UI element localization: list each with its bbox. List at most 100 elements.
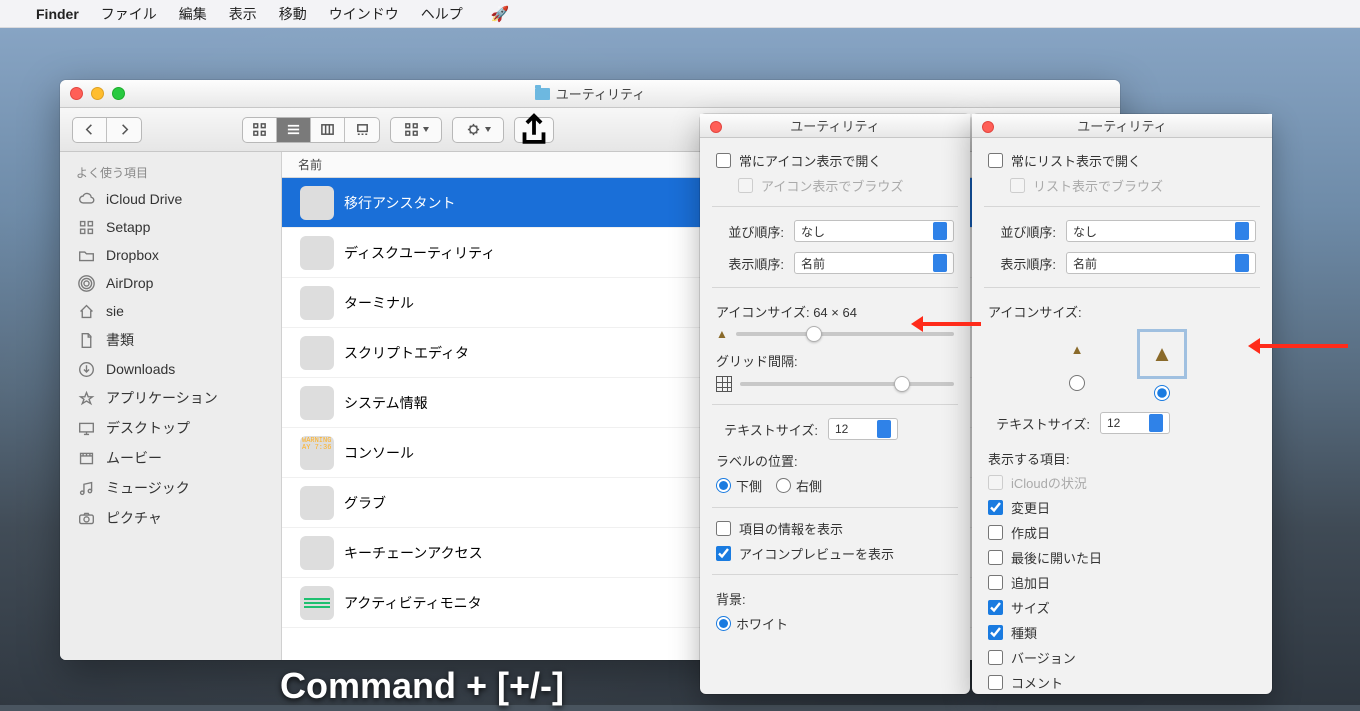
show-item-check: サイズ <box>988 595 1256 620</box>
titlebar[interactable]: ユーティリティ <box>60 80 1120 108</box>
doc-icon <box>76 331 96 349</box>
menu-file[interactable]: ファイル <box>101 4 157 24</box>
show-select[interactable]: 名前 <box>794 252 954 274</box>
sidebar-item-movie[interactable]: ムービー <box>60 443 281 473</box>
small-icon-preview: ▲ <box>1057 329 1097 369</box>
sort-select[interactable]: なし <box>794 220 954 242</box>
always-icon-check: 常にアイコン表示で開く <box>716 148 954 173</box>
show-select-2[interactable]: 名前 <box>1066 252 1256 274</box>
view-options-icon: ユーティリティ 常にアイコン表示で開く アイコン表示でブラウズ 並び順序:なし … <box>700 114 970 694</box>
app-icon: WARNING AY 7:36 <box>300 436 334 470</box>
shortcut-caption: Command + [+/-] <box>280 665 564 707</box>
sidebar-item-apps[interactable]: アプリケーション <box>60 383 281 413</box>
sidebar-item-grid[interactable]: Setapp <box>60 213 281 241</box>
show-item-check: 変更日 <box>988 495 1256 520</box>
annotation-arrow-2 <box>1258 344 1348 348</box>
show-item-check: 追加日 <box>988 570 1256 595</box>
gallery-view-button[interactable] <box>345 118 379 142</box>
panel1-titlebar[interactable]: ユーティリティ <box>700 114 970 138</box>
browse-list-check: リスト表示でブラウズ <box>988 173 1256 198</box>
show-item-check: 最後に開いた日 <box>988 545 1256 570</box>
folder-icon <box>535 88 550 100</box>
sort-select-2[interactable]: なし <box>1066 220 1256 242</box>
text-size-select[interactable]: 12 <box>828 418 898 440</box>
back-button[interactable] <box>73 118 107 142</box>
list-view-button[interactable] <box>277 118 311 142</box>
sidebar-item-camera[interactable]: ピクチャ <box>60 503 281 533</box>
sidebar-item-cloud[interactable]: iCloud Drive <box>60 185 281 213</box>
close-button[interactable] <box>70 87 83 100</box>
action-dropdown[interactable] <box>452 117 504 143</box>
folder-icon <box>76 246 96 264</box>
menu-window[interactable]: ウインドウ <box>329 4 399 24</box>
pos-bottom: 下側 <box>716 476 762 495</box>
show-item-check: コメント <box>988 670 1256 695</box>
rocket-icon[interactable]: 🚀 <box>491 5 510 23</box>
panel1-close[interactable] <box>710 121 722 133</box>
home-icon <box>76 302 96 320</box>
sidebar-item-airdrop[interactable]: AirDrop <box>60 269 281 297</box>
show-item-check: iCloudの状況 <box>988 470 1256 495</box>
sidebar: よく使う項目 iCloud DriveSetappDropboxAirDrops… <box>60 152 282 660</box>
panel2-close[interactable] <box>982 121 994 133</box>
icon-size-picker: ▲ ▲ <box>988 323 1256 407</box>
airdrop-icon <box>76 274 96 292</box>
menu-view[interactable]: 表示 <box>229 4 257 24</box>
sort-row: 並び順序:なし <box>716 215 954 247</box>
sidebar-item-music[interactable]: ミュージック <box>60 473 281 503</box>
desktop-icon <box>76 419 96 437</box>
sidebar-item-home[interactable]: sie <box>60 297 281 325</box>
app-icon <box>300 336 334 370</box>
nav-buttons <box>72 117 142 143</box>
show-item-check: 作成日 <box>988 520 1256 545</box>
view-switcher <box>242 117 380 143</box>
toolbar-overflow <box>564 117 604 143</box>
show-row: 表示順序:名前 <box>716 247 954 279</box>
sidebar-item-folder[interactable]: Dropbox <box>60 241 281 269</box>
sidebar-item-doc[interactable]: 書類 <box>60 325 281 355</box>
zoom-button[interactable] <box>112 87 125 100</box>
cloud-icon <box>76 190 96 208</box>
sidebar-item-desktop[interactable]: デスクトップ <box>60 413 281 443</box>
bg-white: ホワイト <box>716 614 788 633</box>
annotation-arrow-1 <box>921 322 981 326</box>
menu-edit[interactable]: 編集 <box>179 4 207 24</box>
app-icon <box>300 186 334 220</box>
text-size-select-2[interactable]: 12 <box>1100 412 1170 434</box>
panel1-title: ユーティリティ <box>790 116 879 135</box>
app-icon <box>300 386 334 420</box>
panel2-titlebar[interactable]: ユーティリティ <box>972 114 1272 138</box>
grid-slider[interactable] <box>716 372 954 396</box>
minimize-button[interactable] <box>91 87 104 100</box>
share-button[interactable] <box>514 117 554 143</box>
show-info-check: 項目の情報を表示 <box>716 516 954 541</box>
menu-help[interactable]: ヘルプ <box>421 4 463 24</box>
browse-icon-check: アイコン表示でブラウズ <box>716 173 954 198</box>
always-list-check: 常にリスト表示で開く <box>988 148 1256 173</box>
app-icon <box>300 286 334 320</box>
menu-go[interactable]: 移動 <box>279 4 307 24</box>
view-options-list: ユーティリティ 常にリスト表示で開く リスト表示でブラウズ 並び順序:なし 表示… <box>972 114 1272 694</box>
icon-view-button[interactable] <box>243 118 277 142</box>
movie-icon <box>76 449 96 467</box>
icon-size-large[interactable] <box>1154 385 1170 401</box>
show-item-check: 種類 <box>988 620 1256 645</box>
window-title: ユーティリティ <box>556 84 645 103</box>
forward-button[interactable] <box>107 118 141 142</box>
app-name[interactable]: Finder <box>36 6 79 22</box>
icon-size-small[interactable] <box>1069 375 1085 391</box>
sidebar-item-download[interactable]: Downloads <box>60 355 281 383</box>
app-icon <box>300 536 334 570</box>
camera-icon <box>76 509 96 527</box>
menubar: Finder ファイル 編集 表示 移動 ウインドウ ヘルプ 🚀 <box>0 0 1360 28</box>
column-view-button[interactable] <box>311 118 345 142</box>
group-dropdown[interactable] <box>390 117 442 143</box>
apps-icon <box>76 389 96 407</box>
download-icon <box>76 360 96 378</box>
text-size-row: テキストサイズ:12 <box>716 413 954 445</box>
panel2-title: ユーティリティ <box>1077 116 1166 135</box>
grid-icon <box>716 376 732 392</box>
show-item-check: バージョン <box>988 645 1256 670</box>
app-icon <box>300 486 334 520</box>
pos-right: 右側 <box>776 476 822 495</box>
